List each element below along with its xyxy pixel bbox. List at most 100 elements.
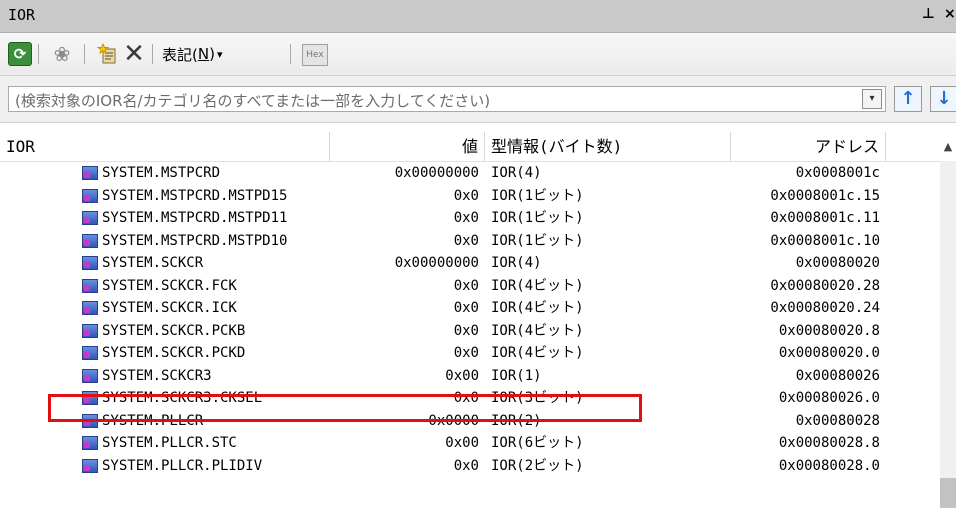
cell-value: 0x0 bbox=[453, 300, 479, 316]
register-icon bbox=[82, 211, 98, 225]
toolbar-separator bbox=[152, 44, 153, 64]
cell-type: IOR(2ビット) bbox=[491, 457, 584, 474]
cell-value: 0x0 bbox=[453, 232, 479, 249]
column-header-value[interactable]: 値 bbox=[330, 132, 485, 161]
cell-address: 0x00080020.0 bbox=[778, 345, 880, 361]
register-icon bbox=[82, 323, 98, 338]
cell-value: 0x00000000 bbox=[394, 165, 479, 181]
register-icon bbox=[82, 278, 98, 293]
cell-type: IOR(4) bbox=[491, 255, 542, 271]
refresh-icon[interactable]: ⟳ bbox=[8, 42, 32, 66]
cell-address: 0x00080026.0 bbox=[778, 390, 880, 406]
close-icon[interactable]: × bbox=[944, 6, 956, 22]
toolbar-separator bbox=[84, 44, 85, 64]
register-icon bbox=[82, 166, 98, 180]
table-row[interactable]: SYSTEM.SCKCR.ICK 0x0 IOR(4ビット) 0x00080020.2… bbox=[0, 297, 940, 319]
register-icon bbox=[82, 188, 98, 203]
cell-type: IOR(6ビット) bbox=[491, 435, 584, 451]
table-row[interactable]: SYSTEM.SCKCR.FCK 0x0 IOR(4ビット) 0x00080020.2… bbox=[0, 275, 940, 297]
cell-address: 0x00080020.28 bbox=[770, 277, 880, 294]
cell-value: 0x00 bbox=[445, 367, 479, 384]
cell-address: 0x0008001c bbox=[795, 165, 880, 181]
watch-icon[interactable]: ❀ bbox=[50, 42, 74, 66]
search-down-button[interactable]: ↓ bbox=[930, 86, 956, 112]
scroll-up-arrow[interactable]: ▲ bbox=[940, 132, 956, 161]
cell-type: IOR(4ビット) bbox=[491, 277, 584, 294]
toolbar-separator bbox=[38, 44, 39, 64]
register-icon bbox=[82, 368, 98, 383]
view-menu-label-end: ) bbox=[209, 45, 215, 63]
cell-value: 0x0 bbox=[453, 187, 479, 204]
delete-icon[interactable]: ✕ bbox=[122, 39, 146, 69]
cell-type: IOR(1ビット) bbox=[491, 232, 584, 249]
cell-value: 0x0 bbox=[453, 277, 479, 294]
cell-value: 0x0 bbox=[453, 322, 479, 339]
cell-address: 0x00080028.8 bbox=[778, 435, 880, 451]
cell-type: IOR(1ビット) bbox=[491, 210, 584, 226]
view-menu-label: 表記( bbox=[162, 45, 198, 64]
table-row[interactable]: SYSTEM.SCKCR.PCKB 0x0 IOR(4ビット) 0x00080020.… bbox=[0, 320, 940, 342]
cell-address: 0x00080028 bbox=[795, 412, 880, 429]
register-icon bbox=[82, 233, 98, 248]
cell-name: SYSTEM.SCKCR.PCKD bbox=[102, 345, 246, 361]
chevron-down-icon: ▾ bbox=[216, 47, 223, 61]
cell-value: 0x00 bbox=[445, 435, 479, 451]
hex-display-icon[interactable]: Hex bbox=[302, 44, 328, 66]
cell-type: IOR(1ビット) bbox=[491, 187, 584, 204]
table-row[interactable]: SYSTEM.MSTPCRD 0x00000000 IOR(4) 0x0008001c bbox=[0, 162, 940, 184]
new-entry-icon[interactable] bbox=[96, 42, 120, 66]
view-menu-button[interactable]: 表記(N) ▾ bbox=[162, 42, 222, 66]
search-input[interactable]: (検索対象のIOR名/カテゴリ名のすべてまたは一部を入力してください) bbox=[8, 86, 886, 112]
register-icon bbox=[82, 436, 98, 450]
cell-address: 0x00080028.0 bbox=[778, 457, 880, 474]
cell-name: SYSTEM.PLLCR.PLIDIV bbox=[102, 457, 263, 474]
table-row[interactable]: SYSTEM.PLLCR.STC 0x00 IOR(6ビット) 0x00080028.… bbox=[0, 432, 940, 454]
register-icon bbox=[82, 458, 98, 473]
column-header-name[interactable]: IOR bbox=[0, 132, 330, 161]
table-row[interactable]: SYSTEM.SCKCR3 0x00 IOR(1) 0x00080026 bbox=[0, 365, 940, 387]
table-row[interactable]: SYSTEM.MSTPCRD.MSTPD15 0x0 IOR(1ビット) 0x0008… bbox=[0, 185, 940, 207]
cell-name: SYSTEM.SCKCR.PCKB bbox=[102, 322, 246, 339]
cell-value: 0x0 bbox=[453, 457, 479, 474]
cell-address: 0x0008001c.10 bbox=[770, 232, 880, 249]
register-icon bbox=[82, 301, 98, 315]
cell-name: SYSTEM.MSTPCRD.MSTPD10 bbox=[102, 232, 288, 249]
cell-name: SYSTEM.SCKCR bbox=[102, 255, 204, 271]
search-bar: (検索対象のIOR名/カテゴリ名のすべてまたは一部を入力してください) ▾ ↑ … bbox=[0, 76, 956, 123]
cell-name: SYSTEM.MSTPCRD.MSTPD15 bbox=[102, 187, 288, 204]
cell-address: 0x00080020.24 bbox=[770, 300, 880, 316]
cell-type: IOR(4) bbox=[491, 165, 542, 181]
toolbar-separator bbox=[290, 44, 291, 64]
cell-name: SYSTEM.SCKCR.ICK bbox=[102, 300, 237, 316]
cell-name: SYSTEM.MSTPCRD.MSTPD11 bbox=[102, 210, 288, 226]
column-header-address[interactable]: アドレス bbox=[731, 132, 886, 161]
view-menu-accesskey: N bbox=[197, 45, 210, 63]
cell-address: 0x00080020.8 bbox=[778, 322, 880, 339]
table-row[interactable]: SYSTEM.MSTPCRD.MSTPD11 0x0 IOR(1ビット) 0x0008… bbox=[0, 207, 940, 229]
panel-titlebar: IOR ⊥ × bbox=[0, 0, 956, 33]
cell-type: IOR(1) bbox=[491, 367, 542, 384]
column-header-filler bbox=[886, 132, 940, 161]
register-icon bbox=[82, 256, 98, 270]
cell-type: IOR(4ビット) bbox=[491, 322, 584, 339]
table-row[interactable]: SYSTEM.SCKCR.PCKD 0x0 IOR(4ビット) 0x00080020.… bbox=[0, 342, 940, 364]
cell-name: SYSTEM.SCKCR.FCK bbox=[102, 277, 237, 294]
scrollbar-thumb[interactable] bbox=[940, 478, 956, 508]
cell-type: IOR(4ビット) bbox=[491, 300, 584, 316]
cell-address: 0x00080020 bbox=[795, 255, 880, 271]
cell-address: 0x0008001c.15 bbox=[770, 187, 880, 204]
vertical-scrollbar[interactable] bbox=[940, 161, 956, 508]
cell-name: SYSTEM.PLLCR.STC bbox=[102, 435, 237, 451]
column-header-type[interactable]: 型情報(バイト数) bbox=[485, 132, 731, 161]
cell-value: 0x0 bbox=[453, 345, 479, 361]
table-row[interactable]: SYSTEM.SCKCR 0x00000000 IOR(4) 0x00080020 bbox=[0, 252, 940, 274]
cell-type: IOR(4ビット) bbox=[491, 345, 584, 361]
search-history-dropdown[interactable]: ▾ bbox=[862, 89, 882, 109]
table-header: IOR 値 型情報(バイト数) アドレス bbox=[0, 132, 940, 162]
search-up-button[interactable]: ↑ bbox=[894, 86, 922, 112]
register-icon bbox=[82, 346, 98, 360]
cell-name: SYSTEM.SCKCR3 bbox=[102, 367, 212, 384]
table-row[interactable]: SYSTEM.PLLCR.PLIDIV 0x0 IOR(2ビット) 0x0008002… bbox=[0, 455, 940, 477]
table-row[interactable]: SYSTEM.MSTPCRD.MSTPD10 0x0 IOR(1ビット) 0x0008… bbox=[0, 230, 940, 252]
pin-icon[interactable]: ⊥ bbox=[922, 6, 935, 22]
